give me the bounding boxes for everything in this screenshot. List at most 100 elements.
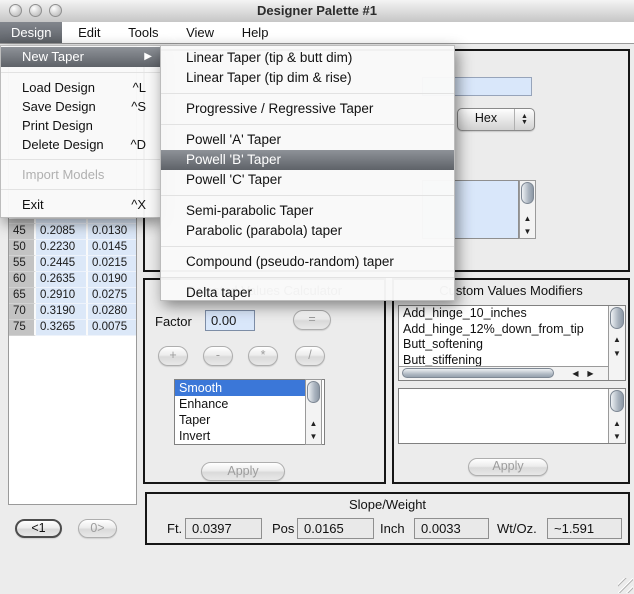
list-item[interactable]: Butt_softening: [399, 337, 608, 353]
inch-field[interactable]: 0.0033: [414, 518, 489, 539]
table-row[interactable]: 60 0.2635 0.0190: [9, 272, 136, 288]
wt-oz-field[interactable]: ~1.591: [547, 518, 622, 539]
scroll-left-icon[interactable]: ◀: [569, 367, 582, 380]
scroll-up-icon[interactable]: ▲: [520, 213, 535, 225]
pos-field[interactable]: 0.0165: [297, 518, 374, 539]
hex-select[interactable]: Hex ▲▼: [457, 108, 535, 131]
menubar-design[interactable]: Design: [0, 22, 62, 43]
scroll-down-icon[interactable]: ▼: [306, 431, 321, 443]
cell-pos[interactable]: 65: [9, 288, 36, 304]
divide-button[interactable]: /: [295, 346, 325, 366]
scroll-up-icon[interactable]: ▲: [609, 418, 625, 430]
menu-item-parabolic[interactable]: Parabolic (parabola) taper: [161, 221, 454, 241]
menu-item-progressive-regressive[interactable]: Progressive / Regressive Taper: [161, 99, 454, 119]
cell-delta[interactable]: 0.0130: [88, 224, 136, 240]
scroll-down-icon[interactable]: ▼: [609, 431, 625, 443]
cell-value[interactable]: 0.3265: [36, 320, 88, 336]
cell-pos[interactable]: 70: [9, 304, 36, 320]
menu-item-compound[interactable]: Compound (pseudo-random) taper: [161, 252, 454, 272]
list-item[interactable]: Invert: [175, 428, 324, 444]
applied-list-scrollbar[interactable]: ▲ ▼: [608, 389, 625, 443]
cell-value[interactable]: 0.2635: [36, 272, 88, 288]
table-row[interactable]: 65 0.2910 0.0275: [9, 288, 136, 304]
menu-item-exit[interactable]: Exit ^X: [1, 195, 160, 214]
operation-list-scrollbar[interactable]: ▲ ▼: [305, 379, 322, 445]
scroll-right-icon[interactable]: ▶: [584, 367, 597, 380]
table-row[interactable]: 50 0.2230 0.0145: [9, 240, 136, 256]
cell-delta[interactable]: 0.0075: [88, 320, 136, 336]
applied-modifiers-list[interactable]: ▲ ▼: [398, 388, 626, 444]
table-row[interactable]: 55 0.2445 0.0215: [9, 256, 136, 272]
menu-item-load-design[interactable]: Load Design ^L: [1, 78, 160, 97]
list-item[interactable]: Add_hinge_12%_down_from_tip: [399, 322, 608, 338]
scrollbar-thumb[interactable]: [610, 390, 624, 412]
menu-item-linear-tip-butt[interactable]: Linear Taper (tip & butt dim): [161, 48, 454, 68]
cell-value[interactable]: 0.2445: [36, 256, 88, 272]
scrollbar-thumb[interactable]: [402, 368, 554, 378]
modifiers-list[interactable]: Add_hinge_10_inches Add_hinge_12%_down_f…: [398, 305, 626, 381]
cell-delta[interactable]: 0.0190: [88, 272, 136, 288]
scroll-up-icon[interactable]: ▲: [609, 334, 625, 346]
add-button[interactable]: +: [158, 346, 188, 366]
menubar-view[interactable]: View: [174, 22, 226, 43]
menu-item-delta[interactable]: Delta taper: [161, 283, 454, 303]
new-taper-submenu: Linear Taper (tip & butt dim) Linear Tap…: [160, 45, 455, 301]
menu-item-save-design[interactable]: Save Design ^S: [1, 97, 160, 116]
factor-input[interactable]: 0.00: [205, 310, 255, 331]
cell-delta[interactable]: 0.0275: [88, 288, 136, 304]
scroll-up-icon[interactable]: ▲: [306, 418, 321, 430]
calculator-apply-button[interactable]: Apply: [201, 462, 285, 481]
cell-value[interactable]: 0.2910: [36, 288, 88, 304]
menubar-edit[interactable]: Edit: [66, 22, 112, 43]
cell-delta[interactable]: 0.0215: [88, 256, 136, 272]
notes-scrollbar[interactable]: ▲ ▼: [519, 180, 536, 239]
pos-label: Pos: [272, 521, 294, 536]
menu-item-semi-parabolic[interactable]: Semi-parabolic Taper: [161, 201, 454, 221]
cell-pos[interactable]: 50: [9, 240, 36, 256]
menu-separator: [161, 195, 454, 196]
menu-item-powell-c[interactable]: Powell 'C' Taper: [161, 170, 454, 190]
equals-button[interactable]: =: [293, 310, 331, 330]
table-row[interactable]: 45 0.2085 0.0130: [9, 224, 136, 240]
menu-item-powell-b[interactable]: Powell 'B' Taper: [161, 150, 454, 170]
list-item[interactable]: Enhance: [175, 396, 324, 412]
list-item[interactable]: Butt_stiffening: [399, 353, 608, 367]
menubar-help[interactable]: Help: [230, 22, 281, 43]
cell-pos[interactable]: 55: [9, 256, 36, 272]
menu-item-delete-design[interactable]: Delete Design ^D: [1, 135, 160, 154]
scroll-down-icon[interactable]: ▼: [609, 348, 625, 360]
operation-list[interactable]: Smooth Enhance Taper Invert: [174, 379, 325, 445]
scrollbar-thumb[interactable]: [307, 381, 320, 403]
menu-item-import-models: Import Models: [1, 165, 160, 184]
resize-grip-icon[interactable]: [618, 578, 633, 593]
menubar-tools[interactable]: Tools: [116, 22, 170, 43]
ft-field[interactable]: 0.0397: [185, 518, 262, 539]
multiply-button[interactable]: *: [248, 346, 278, 366]
menu-item-new-taper[interactable]: New Taper ▶: [1, 47, 160, 67]
modifiers-h-scrollbar[interactable]: ◀ ▶: [399, 366, 608, 380]
cell-delta[interactable]: 0.0145: [88, 240, 136, 256]
table-row[interactable]: 75 0.3265 0.0075: [9, 320, 136, 336]
modifiers-apply-button[interactable]: Apply: [468, 458, 548, 476]
cell-pos[interactable]: 45: [9, 224, 36, 240]
scrollbar-thumb[interactable]: [521, 182, 534, 204]
cell-value[interactable]: 0.3190: [36, 304, 88, 320]
cell-pos[interactable]: 60: [9, 272, 36, 288]
scrollbar-thumb[interactable]: [610, 307, 624, 329]
menu-item-powell-a[interactable]: Powell 'A' Taper: [161, 130, 454, 150]
list-item[interactable]: Add_hinge_10_inches: [399, 306, 608, 322]
cell-pos[interactable]: 75: [9, 320, 36, 336]
menu-item-print-design[interactable]: Print Design: [1, 116, 160, 135]
page-next-button[interactable]: 0>: [78, 519, 117, 538]
page-prev-button[interactable]: <1: [15, 519, 62, 538]
scroll-down-icon[interactable]: ▼: [520, 226, 535, 238]
list-item[interactable]: Taper: [175, 412, 324, 428]
list-item[interactable]: Smooth: [175, 380, 309, 396]
subtract-button[interactable]: -: [203, 346, 233, 366]
cell-value[interactable]: 0.2230: [36, 240, 88, 256]
cell-delta[interactable]: 0.0280: [88, 304, 136, 320]
cell-value[interactable]: 0.2085: [36, 224, 88, 240]
modifiers-scrollbar[interactable]: ▲ ▼: [608, 306, 625, 381]
menu-item-linear-tip-rise[interactable]: Linear Taper (tip dim & rise): [161, 68, 454, 88]
table-row[interactable]: 70 0.3190 0.0280: [9, 304, 136, 320]
